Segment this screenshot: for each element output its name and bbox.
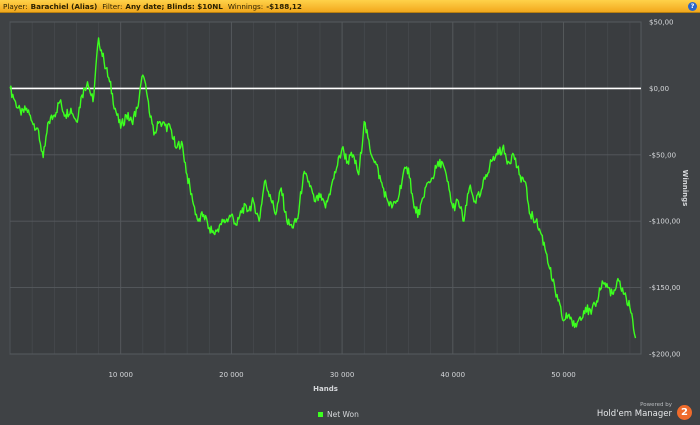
help-icon[interactable]: ?	[688, 1, 697, 11]
player-value: Barachiel (Alias)	[30, 1, 98, 11]
filter-header-bar: Player: Barachiel (Alias) Filter: Any da…	[0, 0, 700, 13]
powered-by-text: Powered by	[640, 402, 672, 408]
y-tick-label: -$100,00	[649, 218, 680, 226]
filter-value: Any date; Blinds: $10NL	[125, 1, 223, 11]
x-tick-label: 40 000	[441, 371, 466, 379]
y-tick-label: $50,00	[649, 19, 674, 27]
y-tick-label: -$50,00	[649, 151, 676, 159]
winnings-value: -$188,12	[266, 1, 302, 11]
player-label: Player:	[3, 1, 28, 11]
x-tick-label: 30 000	[330, 371, 355, 379]
x-tick-label: 20 000	[219, 371, 244, 379]
winnings-graph: 10 000 20 000 30 000 40 000 50 000 $50,00 $0,0…	[9, 19, 689, 393]
winnings-label: Winnings:	[227, 1, 264, 11]
x-tick-label: 10 000	[108, 371, 133, 379]
filter-label: Filter:	[102, 1, 123, 11]
x-tick-label: 50 000	[551, 371, 576, 379]
branding: Powered by Hold'em Manager 2	[597, 402, 692, 422]
y-tick-label: -$200,00	[649, 351, 680, 359]
brand-name: Hold'em Manager	[596, 409, 672, 419]
legend: Net Won	[318, 410, 359, 419]
legend-swatch	[318, 412, 323, 417]
x-axis-title: Hands	[313, 385, 338, 393]
y-axis-title: Winnings	[681, 170, 689, 207]
y-tick-label: -$150,00	[649, 284, 680, 292]
y-tick-label: $0,00	[649, 85, 669, 93]
legend-label: Net Won	[327, 410, 359, 419]
hm2-logo-icon: 2	[677, 405, 692, 420]
plot-area	[9, 21, 642, 355]
